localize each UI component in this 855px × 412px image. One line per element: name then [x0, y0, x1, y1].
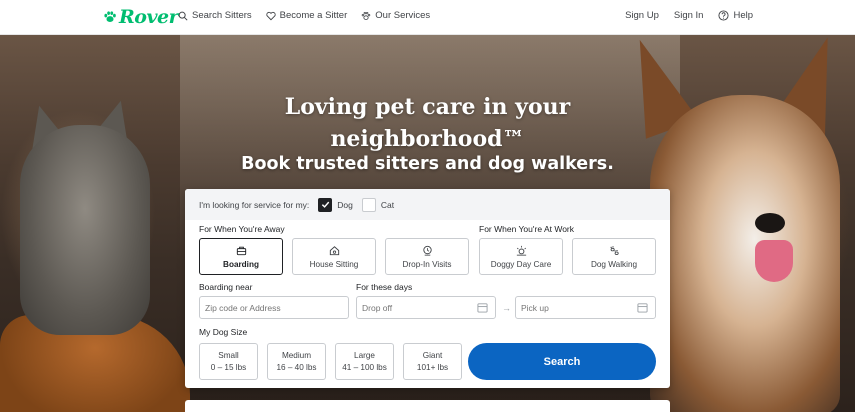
size-medium-option[interactable]: Medium 16 – 40 lbs — [267, 343, 326, 380]
calendar-icon — [477, 303, 488, 313]
size-medium-range: 16 – 40 lbs — [276, 363, 317, 372]
service-drop-in-label: Drop-In Visits — [402, 260, 452, 269]
pick-up-input[interactable] — [521, 302, 655, 313]
service-house-sitting[interactable]: House Sitting — [292, 238, 376, 275]
checkbox-unchecked[interactable] — [361, 197, 376, 212]
day-care-icon — [516, 245, 526, 256]
size-giant-label: Giant — [422, 351, 443, 360]
nav-become-sitter-label: Become a Sitter — [279, 10, 348, 21]
boarding-icon — [236, 246, 246, 256]
away-section-label: For When You're Away — [199, 224, 285, 234]
help-label: Help — [733, 10, 753, 21]
nav-our-services[interactable]: Our Services — [361, 10, 430, 21]
paw-logo-icon — [104, 11, 116, 23]
pet-type-row: I'm looking for service for my: Dog Cat — [185, 189, 670, 220]
search-icon — [178, 11, 188, 21]
paw-walk-icon — [610, 246, 619, 256]
pick-up-field[interactable] — [515, 296, 656, 319]
heart-icon — [266, 11, 276, 20]
pet-cat-label: Cat — [380, 199, 395, 210]
service-boarding[interactable]: Boarding — [199, 238, 283, 275]
size-medium-label: Medium — [281, 351, 312, 360]
service-day-care[interactable]: Doggy Day Care — [479, 238, 563, 275]
site-header: Rover Search Sitters Become a Sitter Our… — [0, 0, 855, 35]
hero-corgi-nose — [755, 213, 785, 233]
hero-title: Loving pet care in your neighborhood™ — [284, 94, 571, 152]
check-icon — [321, 201, 330, 208]
hero-corgi-image — [650, 95, 840, 412]
size-small-option[interactable]: Small 0 – 15 lbs — [199, 343, 258, 380]
pet-dog-checkbox[interactable]: Dog — [318, 197, 353, 212]
service-day-care-label: Doggy Day Care — [490, 260, 552, 269]
rover-logo[interactable]: Rover — [103, 6, 179, 28]
pet-type-label: I'm looking for service for my: — [199, 199, 310, 210]
lower-panel-edge — [185, 400, 670, 412]
hero-subtitle: Book trusted sitters and dog walkers. — [241, 154, 614, 174]
size-small-range: 0 – 15 lbs — [210, 363, 247, 372]
hero-cat-image — [20, 125, 150, 335]
service-dog-walking[interactable]: Dog Walking — [572, 238, 656, 275]
sign-up-link[interactable]: Sign Up — [625, 10, 659, 21]
sign-in-link[interactable]: Sign In — [674, 10, 704, 21]
logo-text: Rover — [119, 6, 179, 28]
arrow-right-icon: → — [502, 303, 511, 313]
size-large-range: 41 – 100 lbs — [342, 363, 387, 372]
help-icon — [718, 10, 729, 21]
drop-off-field[interactable] — [356, 296, 496, 319]
dates-label: For these days — [356, 282, 413, 292]
main-nav: Search Sitters Become a Sitter Our Servi… — [178, 10, 430, 21]
address-field[interactable] — [199, 296, 349, 319]
drop-in-icon — [422, 245, 432, 256]
nav-search-sitters[interactable]: Search Sitters — [178, 10, 252, 21]
service-drop-in[interactable]: Drop-In Visits — [385, 238, 469, 275]
size-giant-range: 101+ lbs — [416, 363, 449, 372]
nav-our-services-label: Our Services — [375, 10, 431, 21]
service-boarding-label: Boarding — [223, 260, 259, 269]
calendar-icon — [637, 303, 648, 313]
help-link[interactable]: Help — [718, 10, 753, 21]
search-button[interactable]: Search — [468, 343, 656, 380]
nav-search-sitters-label: Search Sitters — [192, 10, 252, 21]
account-nav: Sign Up Sign In Help — [625, 10, 753, 21]
house-sitting-icon — [329, 246, 339, 256]
paw-icon — [361, 11, 371, 20]
size-small-label: Small — [218, 351, 239, 360]
pet-cat-checkbox[interactable]: Cat — [361, 197, 395, 212]
hero-corgi-tongue — [755, 240, 793, 282]
size-large-option[interactable]: Large 41 – 100 lbs — [335, 343, 394, 380]
dog-size-label: My Dog Size — [199, 327, 248, 337]
size-large-label: Large — [354, 351, 375, 360]
checkbox-checked[interactable] — [318, 197, 333, 212]
search-card: I'm looking for service for my: Dog Cat … — [185, 189, 670, 388]
service-house-sitting-label: House Sitting — [309, 260, 359, 269]
boarding-near-label: Boarding near — [199, 282, 253, 292]
address-input[interactable] — [205, 302, 348, 313]
work-section-label: For When You're At Work — [479, 224, 575, 234]
size-giant-option[interactable]: Giant 101+ lbs — [403, 343, 462, 380]
drop-off-input[interactable] — [362, 302, 495, 313]
service-dog-walking-label: Dog Walking — [590, 260, 638, 269]
nav-become-sitter[interactable]: Become a Sitter — [266, 10, 348, 21]
pet-dog-label: Dog — [337, 199, 353, 210]
